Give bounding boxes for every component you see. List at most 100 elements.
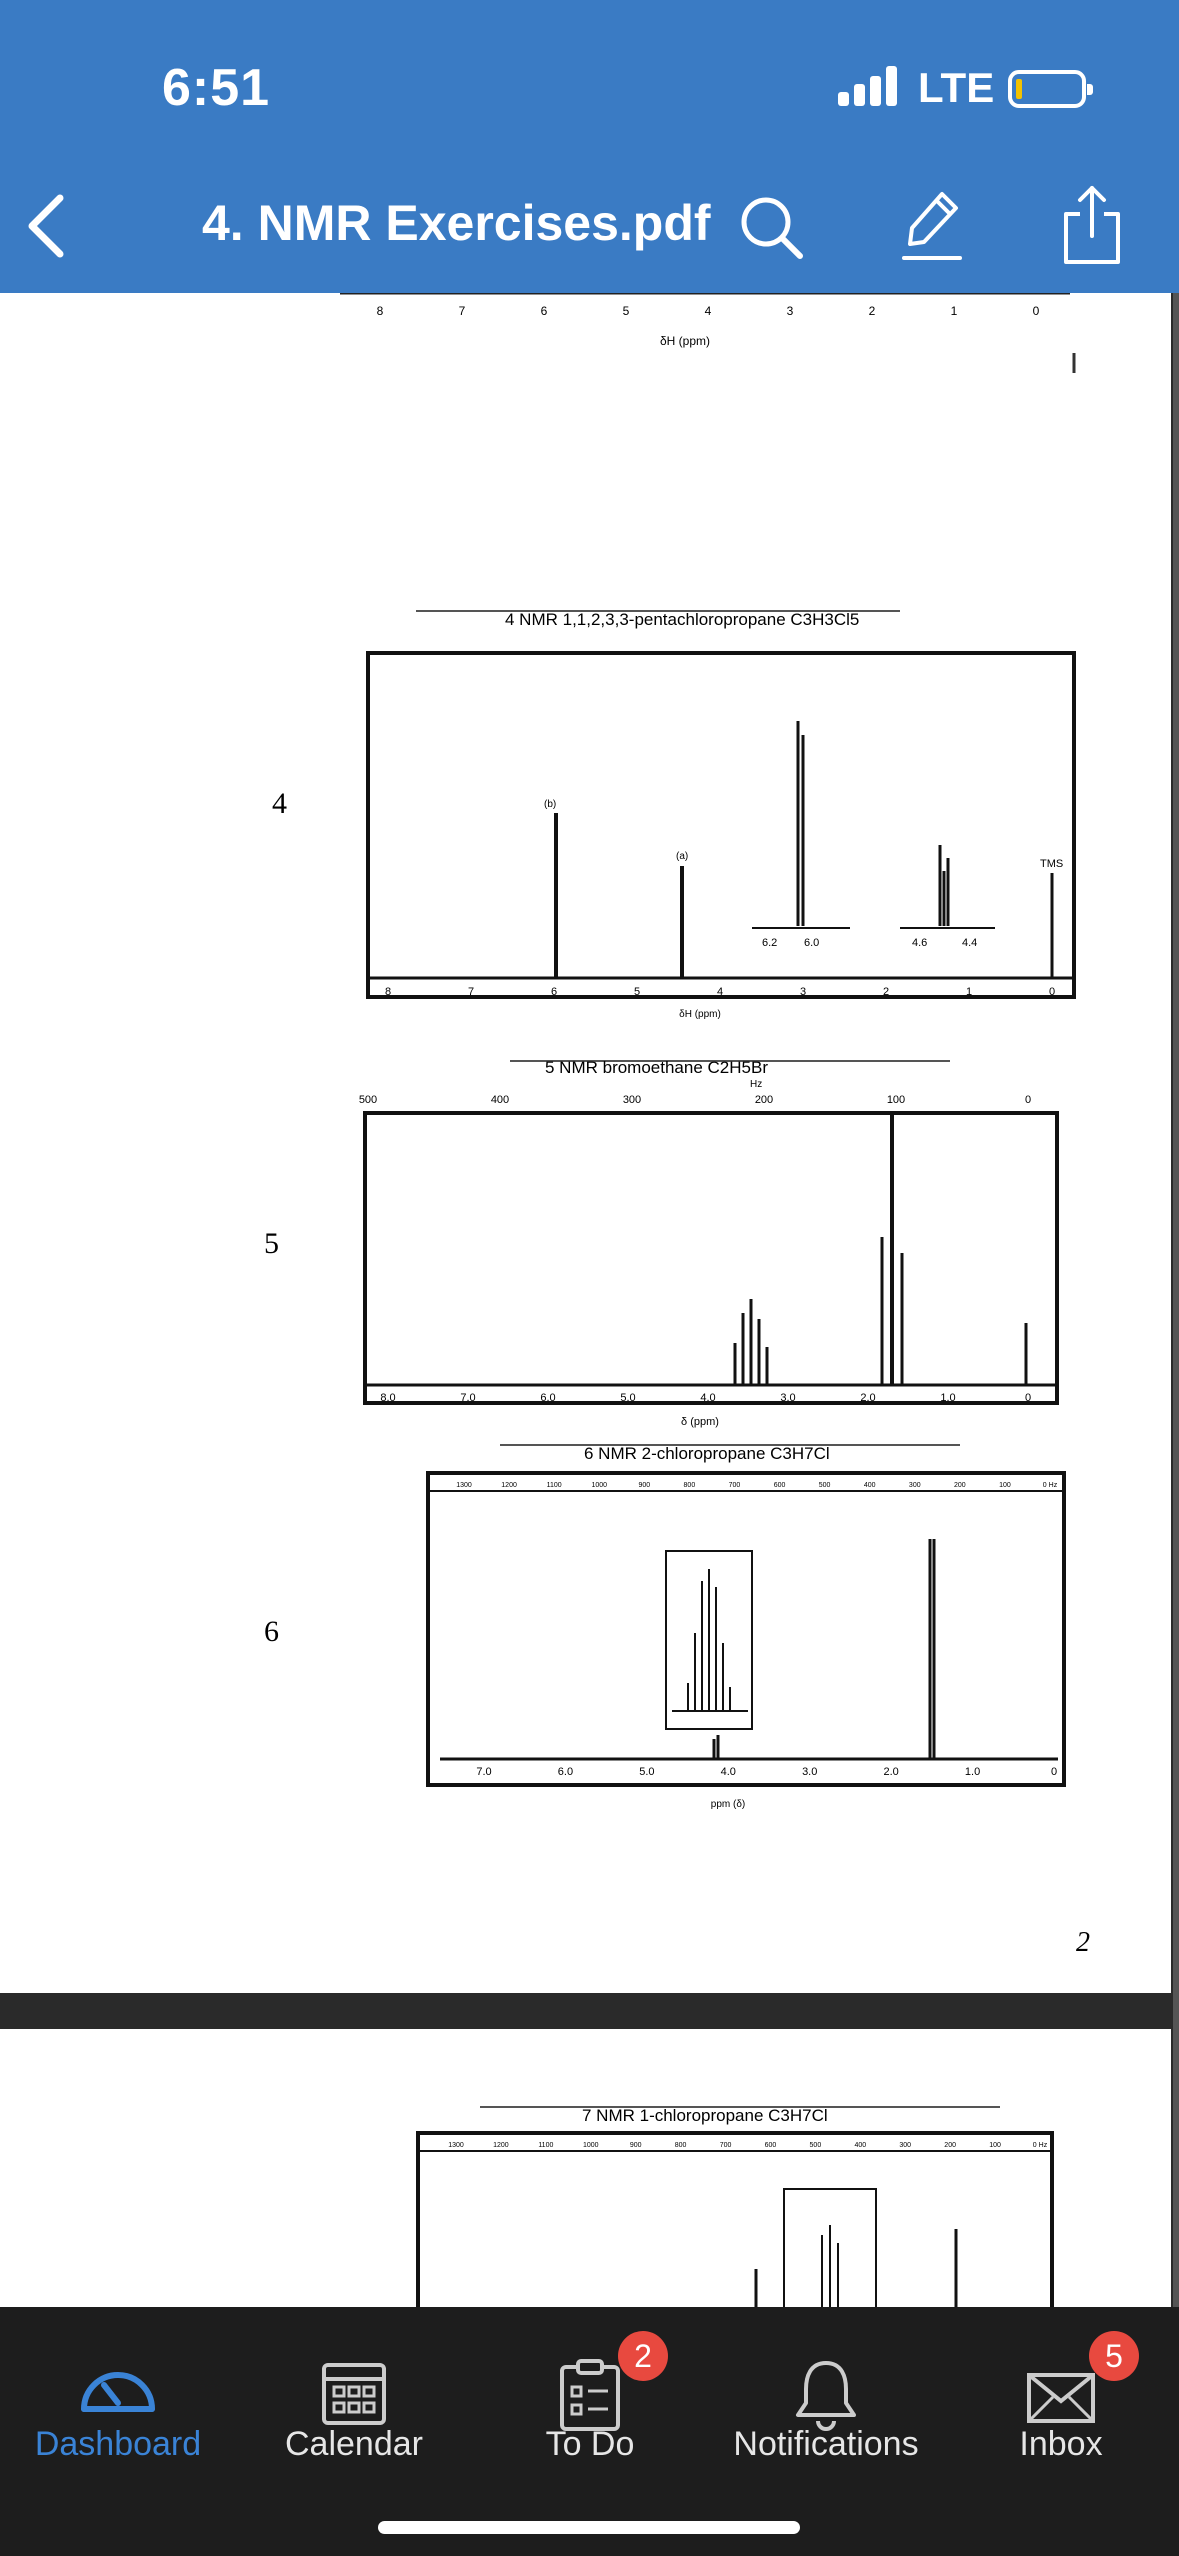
tab-inbox-label: Inbox	[1019, 2425, 1103, 2463]
tms-label: TMS	[1040, 858, 1063, 870]
home-indicator[interactable]	[378, 2521, 800, 2534]
spectrum-6-frame	[426, 1471, 1066, 1787]
spectrum-6-hz-tick: 300	[909, 1482, 921, 1489]
spectrum-7-hz-tick: 700	[720, 2142, 732, 2149]
back-button[interactable]	[18, 188, 78, 264]
spectrum-7-hz-ticks: 1300 1200 1100 1000 900 800 700 600 500 400 300 200…	[448, 2142, 1047, 2149]
spectrum-7-hz-tick: 600	[765, 2142, 777, 2149]
spectrum-5-axis-label: δ (ppm)	[681, 1416, 719, 1428]
spectrum-6-hz-tick: 900	[638, 1482, 650, 1489]
spectrum-6-axis-label: ppm (δ)	[711, 1799, 745, 1810]
spectrum-7-hz-tick: 500	[810, 2142, 822, 2149]
annotate-button[interactable]	[900, 186, 964, 266]
spectrum-7-hz-tick: 900	[630, 2142, 642, 2149]
nmr-exercise-next-page: 7 NMR 1-chloropropane C3H7Cl 1300 1200 110…	[416, 2106, 1054, 2307]
problem-number-6: 6	[264, 1615, 279, 1648]
tab-todo[interactable]: To Do 2	[472, 2307, 708, 2487]
nmr-exercise-page: 4 4 NMR 1,1,2,3,3-pentachloropropane C3H…	[264, 610, 1090, 1958]
spectrum-4-tick: 4	[717, 986, 723, 998]
spectrum-5-tick: 4.0	[700, 1392, 715, 1404]
pdf-page-next: 7 NMR 1-chloropropane C3H7Cl 1300 1200 110…	[0, 2029, 1171, 2307]
prev-axis-label: δH (ppm)	[660, 334, 710, 348]
spectrum-7-hz-tick: 1000	[583, 2142, 599, 2149]
spectrum-5-hz-tick: 100	[887, 1094, 905, 1106]
prev-axis-tick: 7	[459, 304, 466, 318]
spectrum-6-tick: 3.0	[802, 1766, 817, 1778]
spectrum-6-hz-tick: 700	[729, 1482, 741, 1489]
app-header: 6:51 LTE 4. NMR Exercises.pdf	[0, 0, 1179, 293]
todo-badge: 2	[618, 2331, 668, 2381]
problem-number-4: 4	[272, 787, 287, 820]
prev-axis-tick: 3	[787, 304, 794, 318]
document-scrollbar[interactable]	[1173, 293, 1179, 2307]
inbox-badge: 5	[1089, 2331, 1139, 2381]
spectrum-6-hz-ticks: 1300 1200 1100 1000 900 800 700 600 500 400 300 200…	[456, 1482, 1057, 1489]
page-number: 2	[1076, 1927, 1090, 1958]
tab-dashboard[interactable]: Dashboard	[0, 2307, 236, 2487]
tab-calendar-label: Calendar	[285, 2425, 423, 2463]
tab-todo-label: To Do	[545, 2425, 635, 2463]
spectrum-5-peaks	[733, 1113, 1028, 1385]
tab-notifications[interactable]: Notifications	[708, 2307, 944, 2487]
signal-strength-icon	[838, 66, 898, 106]
peak-label-b: (b)	[544, 799, 556, 810]
search-button[interactable]	[736, 188, 806, 264]
spectrum-5-tick: 1.0	[940, 1392, 955, 1404]
tab-notifications-label: Notifications	[733, 2425, 919, 2463]
spectrum-6-hz-tick: 200	[954, 1482, 966, 1489]
spectrum-5-frame	[363, 1111, 1059, 1405]
spectrum-5-tick: 5.0	[620, 1392, 635, 1404]
spectrum-5-hz-tick: 0	[1025, 1094, 1031, 1106]
spectrum-6-tick: 5.0	[639, 1766, 654, 1778]
bottom-tab-bar: Dashboard Calendar To Do 2 Notifications…	[0, 2307, 1179, 2556]
spectrum-5-tick: 8.0	[380, 1392, 395, 1404]
spectrum-6-tick: 4.0	[721, 1766, 736, 1778]
spectrum-5-hz-tick: 500	[359, 1094, 377, 1106]
prev-axis-tick: 8	[377, 304, 384, 318]
spectrum-6-hz-tick: 1300	[456, 1482, 472, 1489]
spectrum-5-tick: 0	[1025, 1392, 1031, 1404]
spectrum-5-tick: 7.0	[460, 1392, 475, 1404]
inset1-tick-60: 6.0	[804, 937, 819, 949]
share-icon	[1064, 186, 1120, 264]
prev-axis-tick: 4	[705, 304, 712, 318]
spectrum-6-hz-tick: 1100	[547, 1482, 562, 1489]
spectrum-7-hz-tick: 1300	[448, 2142, 464, 2149]
spectrum-5-hz-tick: 200	[755, 1094, 773, 1106]
spectrum-6-hz-tick: 1000	[591, 1482, 607, 1489]
spectrum-6-peaks	[687, 1539, 936, 1759]
tab-inbox[interactable]: Inbox 5	[943, 2307, 1179, 2487]
highlighter-icon	[902, 192, 962, 260]
prev-axis-tick: 1	[951, 304, 958, 318]
prev-axis-tick: 5	[623, 304, 630, 318]
search-icon	[741, 197, 803, 259]
spectrum-6-hz-tick: 0 Hz	[1043, 1482, 1058, 1489]
spectrum-5-hz-ticks: 500 400 300 200 100 0	[359, 1094, 1031, 1106]
problem-5-caption: 5 NMR bromoethane C2H5Br	[545, 1058, 768, 1077]
tab-calendar[interactable]: Calendar	[236, 2307, 472, 2487]
inset2-tick-46: 4.6	[912, 937, 927, 949]
inset1-tick-62: 6.2	[762, 937, 777, 949]
spectrum-4-tick: 3	[800, 986, 806, 998]
inset2-tick-44: 4.4	[962, 937, 977, 949]
prev-axis-ticks: 8 7 6 5 4 3 2 1 0	[377, 304, 1040, 318]
prev-axis-tick: 2	[869, 304, 876, 318]
spectrum-5-hz-tick: 400	[491, 1094, 509, 1106]
spectrum-4-tick: 8	[385, 986, 391, 998]
document-title: 4. NMR Exercises.pdf	[202, 195, 711, 251]
spectrum-7-hz-tick: 1100	[538, 2142, 553, 2149]
spectrum-6-hz-tick: 1200	[501, 1482, 517, 1489]
pdf-viewer[interactable]: 8 7 6 5 4 3 2 1 0 δH (ppm) 4 4 NMR 1,1,2,3,3-pen…	[0, 293, 1179, 2307]
share-button[interactable]	[1060, 182, 1124, 268]
spectrum-4-axis-label: δH (ppm)	[679, 1009, 721, 1020]
spectrum-7-hz-tick: 800	[675, 2142, 687, 2149]
spectrum-6-tick: 6.0	[558, 1766, 573, 1778]
peak-label-a: (a)	[676, 851, 688, 862]
spectrum-5-tick: 3.0	[780, 1392, 795, 1404]
spectrum-4-tick: 5	[634, 986, 640, 998]
spectrum-6-hz-tick: 100	[999, 1482, 1011, 1489]
chevron-left-icon	[28, 194, 64, 258]
tab-dashboard-label: Dashboard	[34, 2425, 202, 2463]
spectrum-5-tick: 2.0	[860, 1392, 875, 1404]
spectrum-6-hz-tick: 400	[864, 1482, 876, 1489]
